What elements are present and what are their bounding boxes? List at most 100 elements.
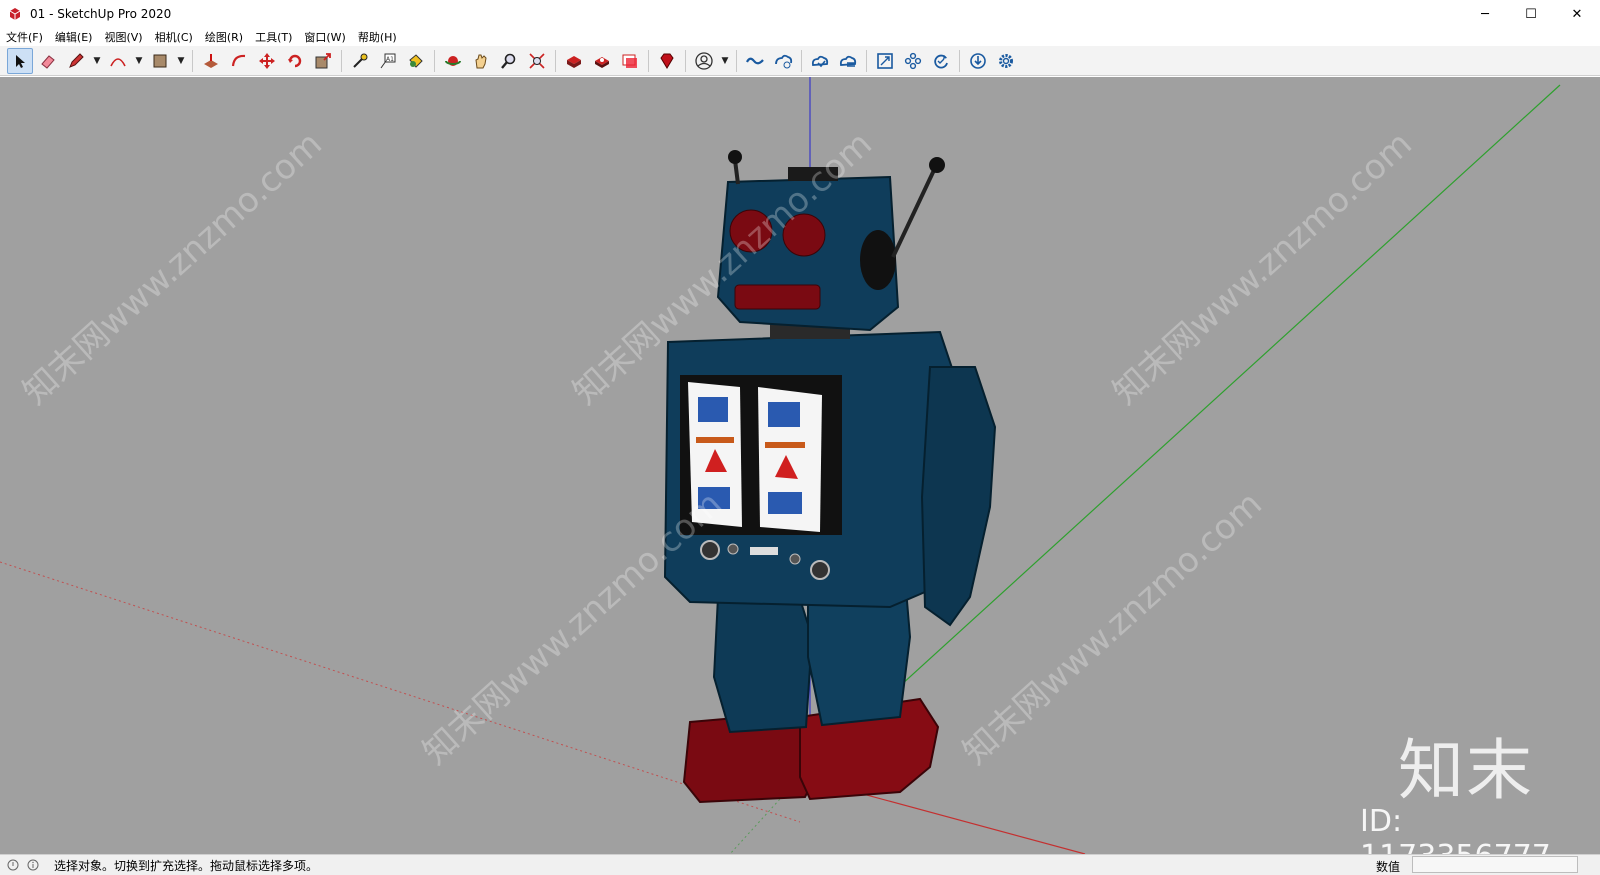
cloud-open-button[interactable] <box>807 48 833 74</box>
watermark-id: ID: 1173356777 <box>1360 804 1551 854</box>
push-pull-tool[interactable] <box>198 48 224 74</box>
toolbar-separator <box>866 49 867 72</box>
robot-card-symbol <box>768 492 802 514</box>
robot-dial <box>700 540 720 560</box>
rotate-tool[interactable] <box>282 48 308 74</box>
3d-warehouse-icon <box>567 55 581 68</box>
components-button[interactable] <box>900 48 926 74</box>
cloud-open-icon <box>811 55 829 67</box>
refresh-button[interactable] <box>928 48 954 74</box>
chevron-down-icon: ▼ <box>177 55 185 66</box>
menu-window[interactable]: 窗口(W) <box>298 29 351 45</box>
tape-measure-icon <box>353 53 368 68</box>
modeling-viewport[interactable]: 知末网www.znzmo.com 知末网www.znzmo.com 知末网www… <box>0 77 1600 854</box>
rectangle-dropdown[interactable]: ▼ <box>175 48 187 74</box>
text-tool[interactable]: A1 <box>375 48 401 74</box>
robot-dial <box>789 553 801 565</box>
extension-warehouse-icon <box>595 56 609 68</box>
profile-dropdown[interactable]: ▼ <box>719 48 731 74</box>
menu-tools[interactable]: 工具(T) <box>249 29 298 45</box>
trimble-connect-icon <box>746 57 764 64</box>
download-icon <box>970 52 986 69</box>
profile-icon <box>695 51 713 70</box>
tape-measure-tool[interactable] <box>347 48 373 74</box>
chevron-down-icon: ▼ <box>721 55 729 66</box>
rotate-icon <box>288 54 302 67</box>
paint-bucket-icon <box>409 53 423 68</box>
menu-view[interactable]: 视图(V) <box>98 29 148 45</box>
rectangle-icon <box>153 54 167 67</box>
settings-button[interactable] <box>993 48 1019 74</box>
measurements-input[interactable] <box>1412 856 1578 873</box>
window-button[interactable] <box>872 48 898 74</box>
pencil-dropdown[interactable]: ▼ <box>91 48 103 74</box>
menu-edit[interactable]: 编辑(E) <box>49 29 99 45</box>
trimble-share-button[interactable] <box>770 48 796 74</box>
ruby-console-button[interactable] <box>654 48 680 74</box>
menu-help[interactable]: 帮助(H) <box>352 29 403 45</box>
arc-icon <box>110 57 126 66</box>
robot-mouth <box>734 284 821 310</box>
scale-icon <box>315 52 331 68</box>
svg-text:A1: A1 <box>386 56 394 63</box>
maximize-button[interactable]: ☐ <box>1508 0 1554 28</box>
robot-antenna-right-tip <box>929 157 945 173</box>
arc-tool[interactable] <box>105 48 131 74</box>
menu-file[interactable]: 文件(F) <box>0 29 49 45</box>
layout-button[interactable] <box>617 48 643 74</box>
status-message: 选择对象。切换到扩充选择。拖动鼠标选择多项。 <box>54 858 319 873</box>
download-button[interactable] <box>965 48 991 74</box>
select-tool[interactable] <box>7 47 33 74</box>
toolbar-separator <box>434 49 435 72</box>
title-bar: 01 - SketchUp Pro 2020 ─ ☐ ✕ <box>0 0 1600 28</box>
robot-card-symbol <box>698 397 728 422</box>
menu-camera[interactable]: 相机(C) <box>149 29 199 45</box>
toolbar-separator <box>555 49 556 72</box>
zoom-tool[interactable] <box>496 48 522 74</box>
push-pull-icon <box>204 53 218 68</box>
refresh-icon <box>934 54 948 68</box>
orbit-tool[interactable] <box>440 48 466 74</box>
main-toolbar: ▼ ▼ ▼ A1 ▼ <box>0 46 1600 76</box>
geo-location-icon[interactable] <box>6 858 20 872</box>
zoom-extents-tool[interactable] <box>524 48 550 74</box>
menu-draw[interactable]: 绘图(R) <box>199 29 249 45</box>
robot-arm <box>920 366 997 627</box>
window-icon <box>877 52 893 69</box>
trimble-connect-button[interactable] <box>742 48 768 74</box>
profile-button[interactable] <box>691 48 717 74</box>
extension-warehouse-button[interactable] <box>589 48 615 74</box>
chevron-down-icon: ▼ <box>93 55 101 66</box>
cloud-share-icon <box>839 55 857 67</box>
info-icon[interactable] <box>26 858 40 872</box>
watermark-brand: 知末 <box>1398 732 1534 809</box>
follow-me-tool[interactable] <box>226 48 252 74</box>
paint-bucket-tool[interactable] <box>403 48 429 74</box>
orbit-icon <box>445 55 461 66</box>
select-icon <box>16 54 25 68</box>
rectangle-tool[interactable] <box>147 48 173 74</box>
follow-me-icon <box>231 54 246 66</box>
robot-card-symbol <box>768 402 800 427</box>
move-icon <box>259 52 275 69</box>
toolbar-separator <box>959 49 960 72</box>
close-button[interactable]: ✕ <box>1554 0 1600 28</box>
zoom-icon <box>501 53 516 69</box>
components-icon <box>904 52 922 69</box>
eraser-tool[interactable] <box>35 48 61 74</box>
red-axis-dashed <box>0 561 801 823</box>
cloud-share-button[interactable] <box>835 48 861 74</box>
robot-dial <box>727 543 739 555</box>
pencil-tool[interactable] <box>63 48 89 74</box>
minimize-button[interactable]: ─ <box>1462 0 1508 28</box>
toolbar-separator <box>685 49 686 72</box>
move-tool[interactable] <box>254 48 280 74</box>
robot-card-symbol <box>696 437 734 443</box>
3d-warehouse-button[interactable] <box>561 48 587 74</box>
arc-dropdown[interactable]: ▼ <box>133 48 145 74</box>
pan-tool[interactable] <box>468 48 494 74</box>
window-controls: ─ ☐ ✕ <box>1462 0 1600 28</box>
robot-antenna-left-tip <box>728 150 742 164</box>
scale-tool[interactable] <box>310 48 336 74</box>
robot-dial <box>810 560 830 580</box>
